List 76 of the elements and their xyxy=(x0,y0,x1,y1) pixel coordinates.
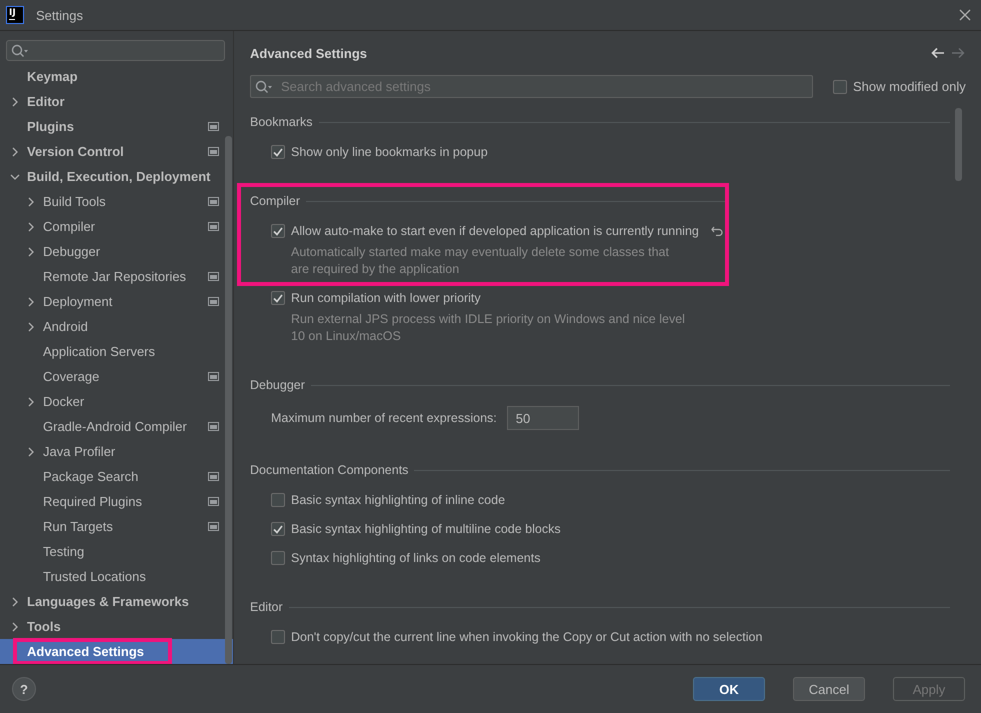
section-title: Debugger xyxy=(250,378,305,392)
checkbox[interactable] xyxy=(271,493,285,507)
back-arrow-icon[interactable] xyxy=(931,47,945,59)
setting-description: Automatically started make may eventually delete some classes that are required by the application xyxy=(291,244,670,278)
setting-label: Basic syntax highlighting of inline code xyxy=(291,493,506,507)
checkbox[interactable] xyxy=(271,551,285,565)
sidebar-item[interactable]: Build, Execution, Deployment xyxy=(0,164,233,189)
sidebar-item[interactable]: Languages & Frameworks xyxy=(0,589,233,614)
checkbox[interactable] xyxy=(271,522,285,536)
search-field[interactable] xyxy=(6,40,225,61)
sidebar-item[interactable]: Plugins xyxy=(0,114,233,139)
page-title: Advanced Settings xyxy=(250,46,368,60)
highlight-frame: Advanced Settings xyxy=(13,638,172,664)
scrollbar[interactable] xyxy=(225,136,232,664)
app-logo: IJ xyxy=(6,6,24,24)
number-field[interactable]: 50 xyxy=(506,406,579,430)
setting-description: Run external JPS process with IDLE priority on Windows and nice level 10 on Linux/macOS xyxy=(291,311,686,345)
checkbox[interactable] xyxy=(271,630,285,644)
sidebar-item[interactable]: Testing xyxy=(0,539,233,564)
setting-label: Show only line bookmarks in popup xyxy=(291,145,488,159)
dialog-button[interactable]: Cancel xyxy=(793,677,865,701)
chevron-down-icon[interactable] xyxy=(10,174,20,180)
chevron-right-icon[interactable] xyxy=(28,396,34,406)
sidebar-item[interactable]: Editor xyxy=(0,89,233,114)
setting-label: Basic syntax highlighting of multiline code blocks xyxy=(291,522,561,536)
sidebar-item[interactable]: Deployment xyxy=(0,289,233,314)
sidebar-item[interactable]: Required Plugins xyxy=(0,489,233,514)
sidebar-item[interactable]: Compiler xyxy=(0,214,233,239)
search-icon[interactable] xyxy=(255,80,273,94)
sidebar-item[interactable]: Coverage xyxy=(0,364,233,389)
sidebar-item[interactable]: Application Servers xyxy=(0,339,233,364)
chevron-right-icon[interactable] xyxy=(28,196,34,206)
section-title: Compiler xyxy=(250,194,300,208)
sidebar-item[interactable]: Build Tools xyxy=(0,189,233,214)
setting-label: Syntax highlighting of links on code elements xyxy=(291,551,540,565)
sidebar-item[interactable]: Gradle-Android Compiler xyxy=(0,414,233,439)
section-title: Editor xyxy=(250,600,283,614)
sidebar-item[interactable]: Debugger xyxy=(0,239,233,264)
sidebar-item[interactable]: Run Targets xyxy=(0,514,233,539)
sidebar-item[interactable]: Android xyxy=(0,314,233,339)
checkbox[interactable] xyxy=(833,80,847,94)
setting-label: Don't copy/cut the current line when invoking the Copy or Cut action with no selection xyxy=(291,630,762,644)
chevron-right-icon[interactable] xyxy=(28,296,34,306)
checkbox[interactable] xyxy=(271,291,285,305)
sidebar-item[interactable]: Remote Jar Repositories xyxy=(0,264,233,289)
checkbox[interactable] xyxy=(271,224,285,238)
search-icon[interactable] xyxy=(11,44,29,58)
setting-label: Allow auto-make to start even if developed application is currently running xyxy=(291,224,699,238)
chevron-right-icon[interactable] xyxy=(12,96,18,106)
dialog-button[interactable]: OK xyxy=(693,677,765,701)
sidebar-item[interactable]: Java Profiler xyxy=(0,439,233,464)
chevron-right-icon[interactable] xyxy=(12,622,18,632)
chevron-right-icon[interactable] xyxy=(28,222,34,232)
window-title: Settings xyxy=(36,8,84,22)
help-button[interactable]: ? xyxy=(12,677,36,701)
close-icon[interactable] xyxy=(959,9,971,21)
chevron-right-icon[interactable] xyxy=(28,246,34,256)
sidebar-item[interactable]: Docker xyxy=(0,389,233,414)
chevron-right-icon[interactable] xyxy=(12,146,18,156)
section-title: Documentation Components xyxy=(250,463,408,477)
chevron-right-icon[interactable] xyxy=(12,596,18,606)
sidebar-item[interactable]: Advanced Settings xyxy=(0,639,233,664)
sidebar-item[interactable]: Tools xyxy=(0,614,233,639)
chevron-right-icon[interactable] xyxy=(28,446,34,456)
reset-icon[interactable] xyxy=(710,226,723,236)
scrollbar[interactable] xyxy=(955,108,962,181)
setting-label: Run compilation with lower priority xyxy=(291,291,481,305)
checkbox-label: Show modified only xyxy=(853,79,966,94)
checkbox[interactable] xyxy=(271,145,285,159)
sidebar-item[interactable]: Keymap xyxy=(0,64,233,89)
sidebar-item[interactable]: Version Control xyxy=(0,139,233,164)
sidebar-item[interactable]: Package Search xyxy=(0,464,233,489)
chevron-right-icon[interactable] xyxy=(28,322,34,332)
section-title: Bookmarks xyxy=(250,115,313,129)
sidebar-item[interactable]: Trusted Locations xyxy=(0,564,233,589)
setting-label: Maximum number of recent expressions: xyxy=(271,411,497,425)
